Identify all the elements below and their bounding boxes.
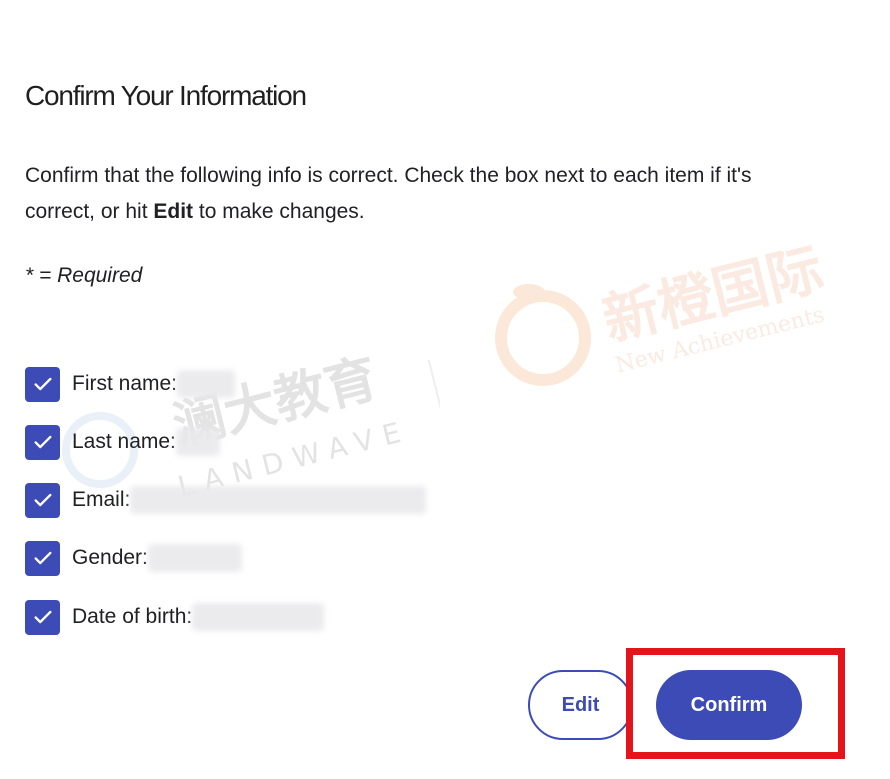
last-name-label: Last name: bbox=[72, 430, 176, 453]
email-value-redacted bbox=[130, 486, 427, 514]
edit-button[interactable]: Edit bbox=[528, 670, 633, 740]
email-checkbox[interactable] bbox=[25, 482, 60, 518]
first-name-label: First name: bbox=[72, 372, 178, 395]
field-row-first-name: First name: bbox=[25, 366, 236, 402]
email-label: Email: bbox=[72, 488, 131, 511]
field-row-email: Email: bbox=[25, 482, 427, 518]
gender-checkbox[interactable] bbox=[25, 540, 60, 576]
description-text-end: to make changes. bbox=[193, 200, 365, 223]
page-description: Confirm that the following info is corre… bbox=[25, 158, 825, 230]
gender-value-redacted bbox=[147, 544, 242, 572]
checkmark-icon bbox=[33, 551, 52, 565]
checkmark-icon bbox=[33, 610, 52, 624]
last-name-checkbox[interactable] bbox=[25, 424, 60, 460]
checkmark-icon bbox=[33, 377, 52, 391]
confirm-button[interactable]: Confirm bbox=[656, 670, 802, 740]
description-text: Confirm that the following info is corre… bbox=[25, 164, 752, 223]
checkmark-icon bbox=[33, 493, 52, 507]
watermark-achievements-en: New Achievements bbox=[613, 302, 827, 379]
required-note: * = Required bbox=[25, 264, 143, 287]
field-row-gender: Gender: bbox=[25, 540, 242, 576]
date-of-birth-value-redacted bbox=[192, 603, 325, 631]
checkmark-icon bbox=[33, 435, 52, 449]
date-of-birth-label: Date of birth: bbox=[72, 605, 193, 628]
watermark-achievements-cn: 新橙国际 bbox=[596, 235, 830, 354]
field-row-date-of-birth: Date of birth: bbox=[25, 599, 325, 635]
date-of-birth-checkbox[interactable] bbox=[25, 599, 60, 635]
first-name-value-redacted bbox=[177, 370, 236, 398]
gender-label: Gender: bbox=[72, 546, 148, 569]
field-row-last-name: Last name: bbox=[25, 424, 220, 460]
description-edit-keyword: Edit bbox=[153, 200, 194, 223]
last-name-value-redacted bbox=[175, 428, 220, 456]
page-title: Confirm Your Information bbox=[25, 80, 307, 111]
first-name-checkbox[interactable] bbox=[25, 366, 60, 402]
new-achievements-watermark: 新橙国际 New Achievements bbox=[495, 236, 855, 410]
